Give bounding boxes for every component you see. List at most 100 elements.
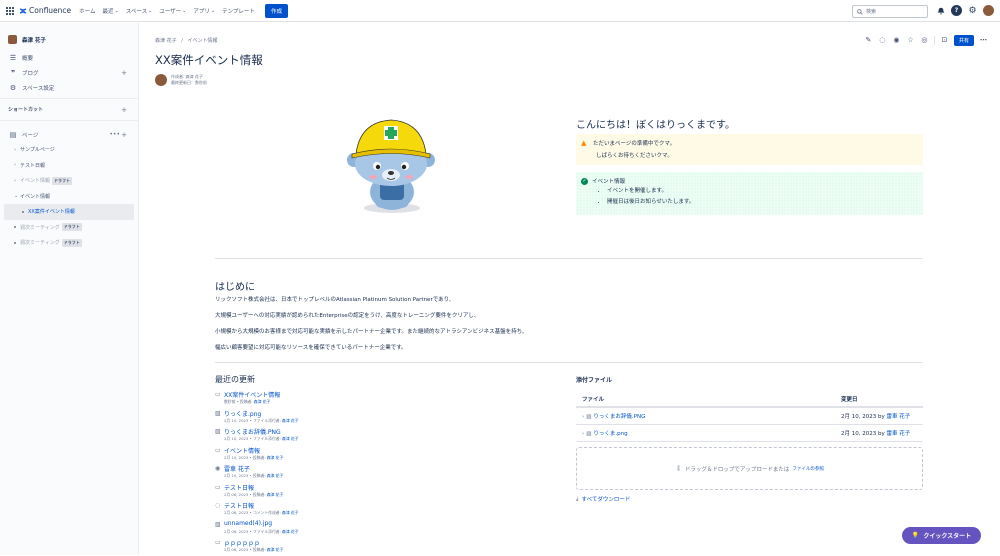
expand-chevron-icon[interactable]: › bbox=[582, 414, 584, 420]
nav-item[interactable]: 最近 ⌄ bbox=[103, 7, 119, 15]
tree-item-label: テスト日報 bbox=[20, 162, 46, 169]
nav-item[interactable]: テンプレート bbox=[222, 7, 255, 15]
app-switcher-icon[interactable] bbox=[6, 6, 14, 15]
recent-item-author-link[interactable]: 森津 花子 bbox=[267, 455, 283, 460]
sidebar-item-label: ブログ bbox=[22, 70, 39, 77]
tree-item-label: XX案件イベント情報 bbox=[28, 209, 75, 216]
section-divider bbox=[215, 258, 923, 259]
star-icon[interactable]: ☆ bbox=[906, 36, 915, 45]
tree-item[interactable]: 週次ミーティング ドラフト bbox=[0, 235, 138, 251]
recent-item-link[interactable]: イベント情報 bbox=[224, 446, 260, 455]
page-title: XX案件イベント情報 bbox=[155, 53, 263, 67]
recent-item-link[interactable]: りっくまお辞儀.PNG bbox=[224, 427, 281, 436]
chevron-down-icon: ⌄ bbox=[210, 7, 216, 14]
recent-item-link[interactable]: 雷車 花子 bbox=[224, 464, 250, 473]
comment-icon: ◌ bbox=[215, 502, 221, 509]
add-blog-icon[interactable]: + bbox=[121, 69, 127, 77]
recent-item-link[interactable]: unnamed(4).jpg bbox=[224, 520, 272, 527]
author-avatar[interactable] bbox=[155, 74, 167, 86]
recent-item-meta-text: 2月 10, 2023 • 投稿者: bbox=[224, 473, 267, 478]
tree-item[interactable]: › サンプルページ bbox=[0, 142, 138, 158]
sidebar-item-pages[interactable]: ▤ ページ ••• + bbox=[0, 127, 138, 142]
recent-item-author-link[interactable]: 森津 花子 bbox=[282, 529, 298, 534]
notifications-icon[interactable] bbox=[935, 5, 946, 16]
recent-item-author-link[interactable]: 森津 花子 bbox=[282, 510, 298, 515]
eye-icon[interactable]: ◎ bbox=[920, 36, 929, 45]
recent-item-author-link[interactable]: 森津 花子 bbox=[282, 418, 298, 423]
recent-item-author-link[interactable]: 森津 花子 bbox=[267, 547, 283, 552]
add-page-icon[interactable]: + bbox=[121, 131, 127, 139]
sidebar-item-overview[interactable]: ☰ 概要 bbox=[0, 50, 138, 65]
recent-item-author-link[interactable]: 森津 花子 bbox=[254, 399, 270, 404]
shortcuts-section[interactable]: ショートカット + bbox=[0, 102, 138, 117]
tree-item-label: イベント情報 bbox=[20, 193, 51, 200]
attachment-file-link[interactable]: › ▧ りっくまお辞儀.PNG bbox=[576, 407, 835, 425]
recent-item-link[interactable]: テスト日報 bbox=[224, 501, 254, 510]
download-all-link[interactable]: ⤓ すべてダウンロード bbox=[576, 495, 630, 504]
tree-item[interactable]: XX案件イベント情報 bbox=[4, 204, 134, 220]
intro-paragraph: リックソフト株式会社は、日本でトップレベルのAtlassian Platinum… bbox=[215, 297, 455, 303]
confluence-logo[interactable]: Confluence bbox=[19, 6, 71, 15]
image-file-icon: ▧ bbox=[586, 413, 592, 420]
sidebar-item-space-settings[interactable]: ⚙ スペース設定 bbox=[0, 80, 138, 95]
image-icon: ▧ bbox=[215, 520, 221, 528]
user-avatar[interactable] bbox=[983, 5, 994, 16]
attachment-file-link[interactable]: › ▧ りっくま.png bbox=[576, 424, 835, 442]
product-name: Confluence bbox=[29, 6, 72, 15]
recent-item-meta: 2月 10, 2023 • ファイル添付者: 森津 花子 bbox=[224, 436, 298, 442]
nav-item[interactable]: ホーム bbox=[79, 7, 95, 15]
tree-item-label: サンプルページ bbox=[20, 147, 55, 154]
file-drop-zone[interactable]: ⬇ ドラッグ＆ドロップでアップロードまたは ファイルの参照 bbox=[576, 447, 923, 490]
attachment-author-link[interactable]: 雷車 花子 bbox=[886, 414, 910, 420]
recent-item-author-link[interactable]: 森津 花子 bbox=[267, 473, 283, 478]
list-item: ▧ りっくま.png 2月 10, 2023 • ファイル添付者: 森津 花子 bbox=[215, 408, 545, 427]
search-input[interactable]: 検索 bbox=[852, 5, 928, 18]
more-actions-icon[interactable]: ⋯ bbox=[979, 36, 988, 45]
column-header[interactable]: ファイル bbox=[576, 392, 835, 408]
attachment-author-link[interactable]: 雷車 花子 bbox=[886, 431, 910, 437]
tree-item[interactable]: › イベント情報 ドラフト bbox=[0, 173, 138, 189]
intro-paragraph: 小規模から大規模のお客様まで対応可能な実績を示したパートナー企業です。また継続的… bbox=[215, 329, 528, 335]
info-panel: ✓ イベント情報 イベントを開催します。 開催日は後日お知らせいたします。 bbox=[576, 172, 923, 215]
expand-chevron-icon[interactable]: › bbox=[582, 431, 584, 437]
recent-item-meta-text: 2月 06, 2023 • ファイル添付者: bbox=[224, 528, 283, 534]
draft-badge: ドラフト bbox=[52, 176, 73, 185]
space-header[interactable]: 森津 花子 bbox=[0, 23, 138, 50]
recent-item-link[interactable]: りっくま.png bbox=[224, 409, 261, 418]
tree-item[interactable]: ⌄ イベント情報 bbox=[0, 189, 138, 205]
recent-item-author-link[interactable]: 森津 花子 bbox=[282, 436, 298, 441]
comment-icon[interactable]: ◌ bbox=[878, 36, 887, 45]
recent-item-author-link[interactable]: 森津 花子 bbox=[267, 492, 283, 497]
list-item: ▭ ｐｐｐｐｐｐ 2月 06, 2023 • 投稿者: 森津 花子 bbox=[215, 537, 545, 556]
restrictions-lock-icon[interactable]: ⊡ bbox=[940, 36, 949, 45]
recent-item-link[interactable]: XX案件イベント情報 bbox=[224, 390, 280, 399]
recent-item-link[interactable]: テスト日報 bbox=[224, 483, 254, 492]
sidebar-item-label: 概要 bbox=[22, 55, 34, 62]
watch-icon[interactable]: ◉ bbox=[892, 36, 901, 45]
create-button[interactable]: 作成 bbox=[264, 3, 288, 18]
chevron-down-icon: ⌄ bbox=[148, 7, 153, 14]
column-header[interactable]: 変更日 bbox=[835, 392, 923, 408]
note-text: しばらくお待ちくださいクマ。 bbox=[596, 153, 673, 159]
add-shortcut-icon[interactable]: + bbox=[121, 106, 127, 114]
browse-files-link[interactable]: ファイルの参照 bbox=[792, 466, 824, 472]
tree-item[interactable]: › テスト日報 bbox=[0, 158, 138, 174]
breadcrumb-item[interactable]: イベント情報 bbox=[187, 38, 217, 44]
sidebar-item-blog[interactable]: ❞ ブログ + bbox=[0, 65, 138, 80]
breadcrumb-item[interactable]: 森津 花子 bbox=[155, 38, 177, 44]
nav-item[interactable]: スペース ⌄ bbox=[126, 7, 153, 15]
tree-item-label: 週次ミーティング bbox=[20, 224, 60, 231]
tree-item[interactable]: 週次ミーティング ドラフト bbox=[0, 220, 138, 236]
search-icon bbox=[857, 8, 863, 15]
settings-gear-icon[interactable]: ⚙ bbox=[967, 5, 978, 16]
edit-pencil-icon[interactable]: ✎ bbox=[864, 36, 873, 45]
warning-icon: ▲ bbox=[581, 139, 587, 147]
help-icon[interactable]: ? bbox=[951, 5, 962, 16]
nav-item[interactable]: アプリ ⌄ bbox=[193, 7, 215, 15]
quickstart-button[interactable]: 💡 クイックスタート bbox=[902, 527, 981, 544]
recent-item-link[interactable]: ｐｐｐｐｐｐ bbox=[224, 538, 260, 547]
more-icon[interactable]: ••• bbox=[109, 131, 120, 138]
share-button[interactable]: 共有 bbox=[953, 35, 974, 46]
nav-item[interactable]: ユーザー ⌄ bbox=[159, 7, 186, 15]
space-avatar bbox=[8, 35, 17, 44]
